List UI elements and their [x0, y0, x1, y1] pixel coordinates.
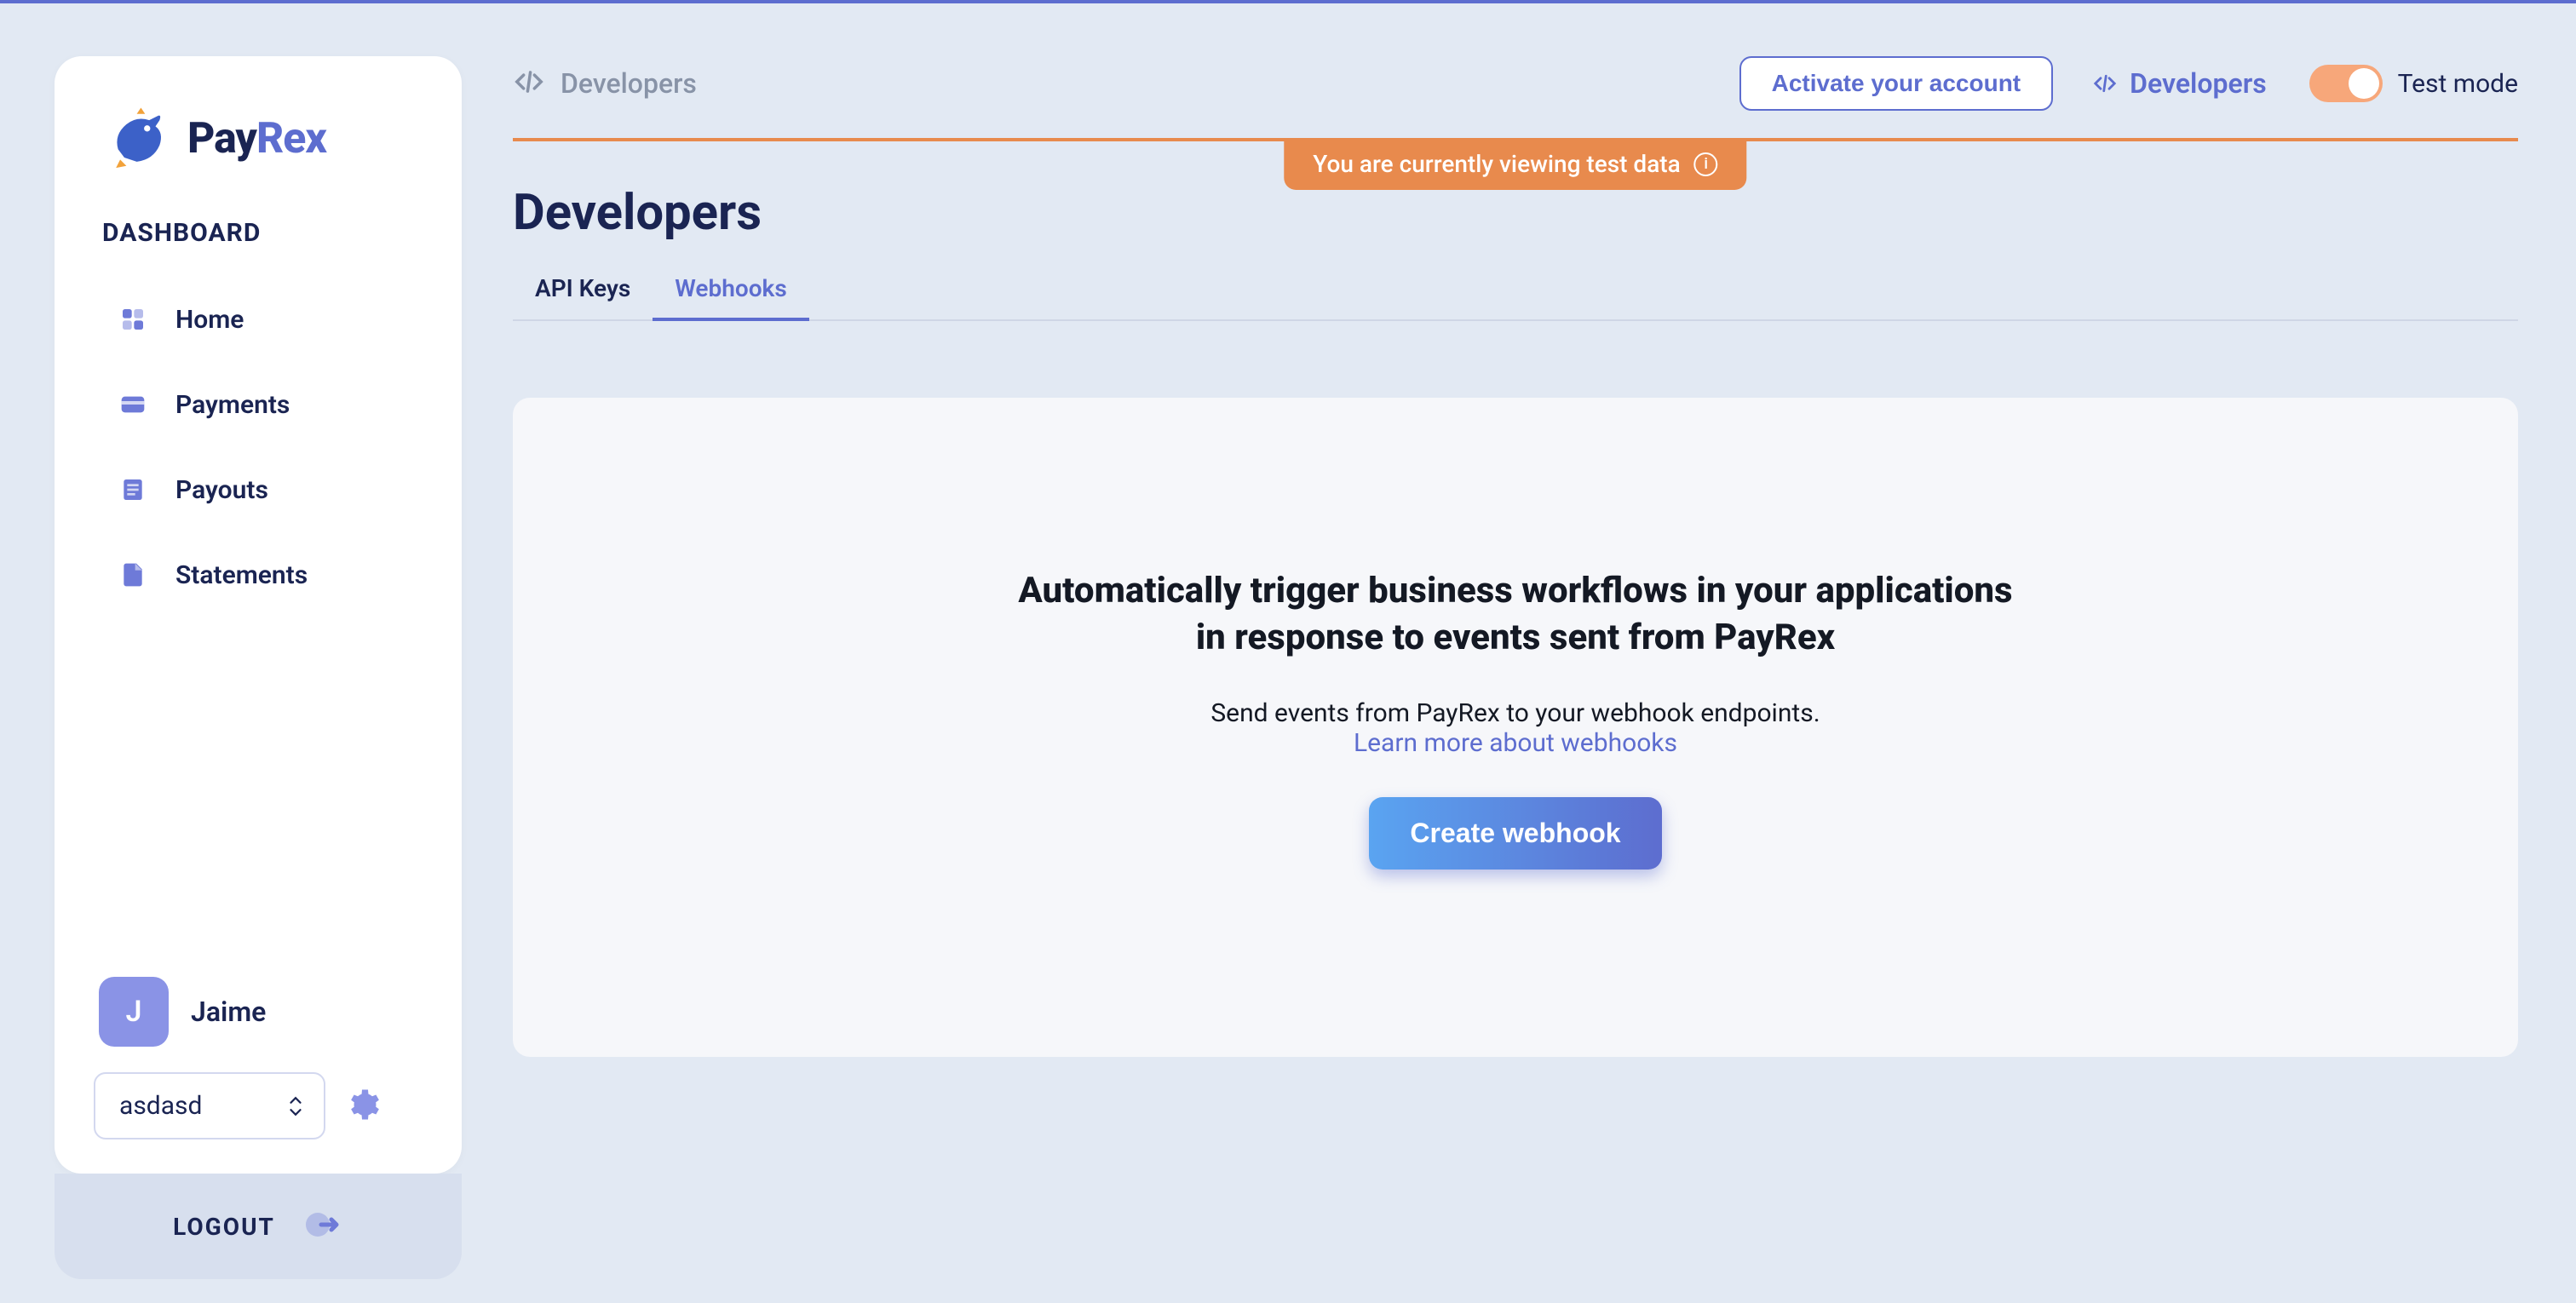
brand-logo[interactable]: PayRex: [94, 102, 423, 175]
gear-icon: [344, 1087, 380, 1122]
breadcrumb[interactable]: Developers: [561, 67, 697, 100]
sidebar-item-payouts[interactable]: Payouts: [94, 447, 423, 532]
user-row[interactable]: J Jaime: [94, 977, 423, 1047]
activate-account-button[interactable]: Activate your account: [1739, 56, 2054, 111]
brand-text: PayRex: [187, 114, 326, 164]
sidebar-item-label: Payouts: [175, 475, 268, 505]
toggle-knob: [2349, 68, 2379, 99]
sidebar-item-home[interactable]: Home: [94, 277, 423, 362]
sidebar-item-statements[interactable]: Statements: [94, 532, 423, 617]
code-icon: [2092, 71, 2118, 96]
settings-button[interactable]: [344, 1087, 380, 1126]
developers-link[interactable]: Developers: [2092, 67, 2267, 100]
test-mode-toggle[interactable]: [2309, 65, 2383, 102]
dino-icon: [102, 102, 175, 175]
sidebar-section-title: DASHBOARD: [94, 218, 423, 248]
user-name: Jaime: [191, 996, 266, 1028]
tab-api-keys[interactable]: API Keys: [513, 259, 653, 321]
code-icon: [513, 66, 545, 101]
sidebar-item-label: Home: [175, 305, 244, 335]
card-heading: Automatically trigger business workflows…: [1004, 568, 2027, 661]
document-icon: [118, 560, 148, 590]
banner-text: You are currently viewing test data: [1313, 150, 1680, 178]
sidebar-item-payments[interactable]: Payments: [94, 362, 423, 447]
page-title: Developers: [513, 184, 2518, 242]
card-subtext: Send events from PayRex to your webhook …: [1210, 698, 1820, 728]
list-icon: [118, 474, 148, 505]
chevron-updown-icon: [286, 1094, 305, 1118]
sidebar-item-label: Statements: [175, 560, 308, 590]
mode-divider: You are currently viewing test data i: [513, 138, 2518, 141]
logout-label: LOGOUT: [173, 1213, 275, 1241]
project-select[interactable]: asdasd: [94, 1072, 325, 1139]
card-icon: [118, 389, 148, 420]
logout-button[interactable]: LOGOUT: [55, 1174, 462, 1279]
test-data-banner: You are currently viewing test data i: [1284, 138, 1746, 190]
webhooks-empty-card: Automatically trigger business workflows…: [513, 398, 2518, 1057]
tab-webhooks[interactable]: Webhooks: [653, 259, 808, 321]
avatar: J: [99, 977, 169, 1047]
topbar: Developers Activate your account Develop…: [513, 56, 2518, 111]
home-icon: [118, 304, 148, 335]
learn-more-link[interactable]: Learn more about webhooks: [1354, 728, 1677, 758]
create-webhook-button[interactable]: Create webhook: [1369, 797, 1661, 870]
sidebar: PayRex DASHBOARD Home Payments: [55, 56, 462, 1174]
test-mode-label: Test mode: [2398, 69, 2518, 99]
tabs: API Keys Webhooks: [513, 259, 2518, 321]
sidebar-item-label: Payments: [175, 390, 290, 420]
info-icon[interactable]: i: [1694, 152, 1718, 176]
project-select-value: asdasd: [119, 1091, 202, 1121]
logout-icon: [302, 1204, 343, 1248]
developers-link-label: Developers: [2130, 67, 2267, 100]
